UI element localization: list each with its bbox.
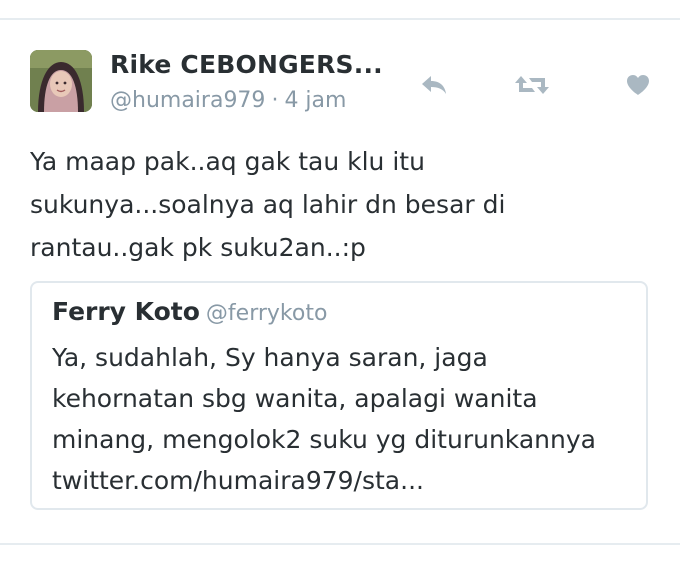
top-divider [0, 18, 680, 20]
user-handle[interactable]: @humaira979 [110, 88, 265, 113]
like-button[interactable] [618, 68, 658, 102]
reply-button[interactable] [414, 68, 454, 102]
quoted-link[interactable]: twitter.com/humaira979/sta... [52, 460, 642, 501]
tweet-text-line: Ya maap pak..aq gak tau klu itu [30, 147, 425, 176]
avatar[interactable] [30, 50, 92, 112]
tweet-text: Ya maap pak..aq gak tau klu itu sukunya.… [30, 140, 640, 269]
quoted-text-line: kehornatan sbg wanita, apalagi wanita [52, 384, 538, 413]
quoted-user-handle: @ferrykoto [205, 301, 328, 326]
tweet-text-line: sukunya...soalnya aq lahir dn besar di [30, 190, 506, 219]
tweet-text-line: rantau..gak pk suku2an..:p [30, 233, 366, 262]
retweet-icon [515, 76, 549, 94]
heart-icon [627, 75, 649, 95]
quoted-tweet-text: Ya, sudahlah, Sy hanya saran, jaga kehor… [52, 337, 642, 501]
tweet-meta: @humaira979 · 4 jam [110, 88, 346, 113]
quoted-display-name: Ferry Koto [52, 297, 200, 326]
quoted-text-line: minang, mengolok2 suku yg diturunkannya [52, 425, 596, 454]
quoted-text-line: Ya, sudahlah, Sy hanya saran, jaga [52, 343, 488, 372]
meta-separator: · [271, 88, 279, 113]
reply-icon [422, 76, 446, 94]
display-name[interactable]: Rike CEBONGERS... [110, 50, 383, 79]
tweet-view: Rike CEBONGERS... @humaira979 · 4 jam Ya m… [0, 0, 680, 574]
tweet-timestamp[interactable]: 4 jam [284, 88, 346, 113]
quoted-tweet-card[interactable]: Ferry Koto @ferrykoto Ya, sudahlah, Sy ha… [30, 281, 648, 510]
retweet-button[interactable] [512, 68, 552, 102]
bottom-divider [0, 543, 680, 545]
quoted-tweet-header: Ferry Koto @ferrykoto [52, 297, 327, 326]
